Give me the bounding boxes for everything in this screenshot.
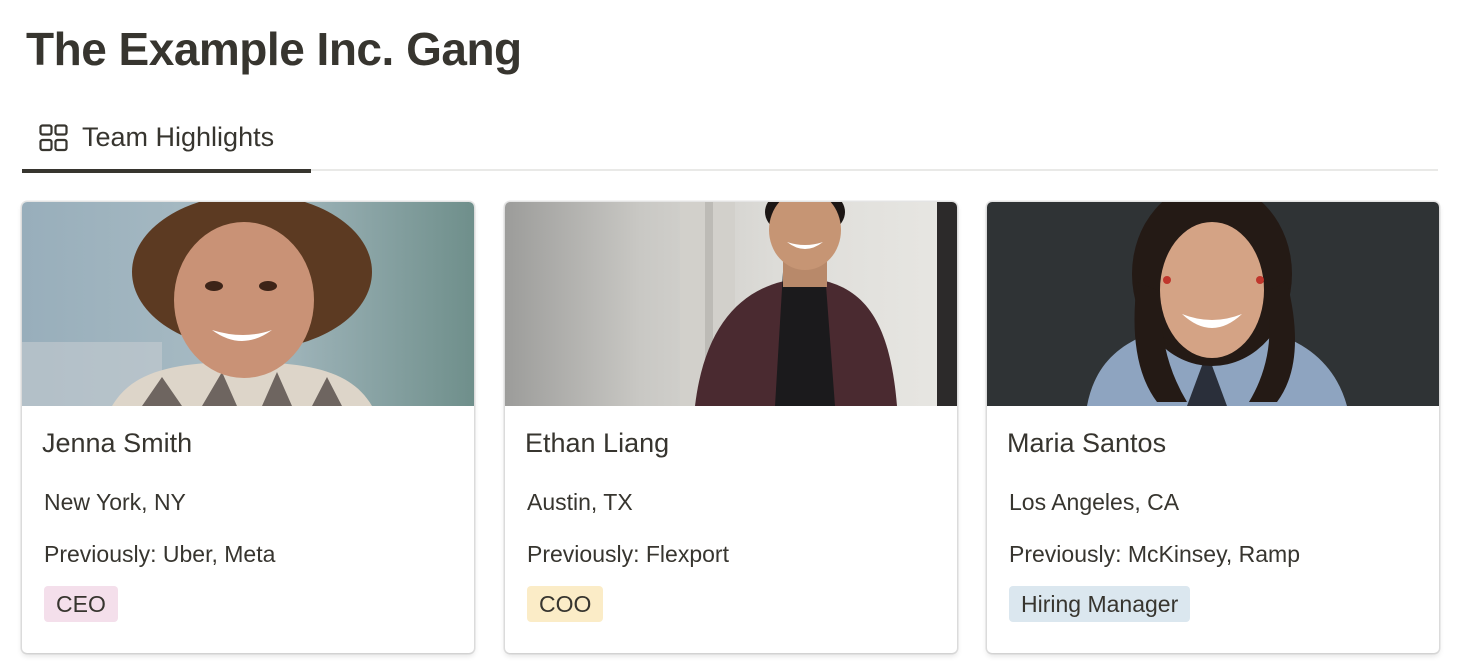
view-tabs: Team Highlights — [22, 104, 1438, 173]
tab-label: Team Highlights — [82, 122, 275, 152]
page-title: The Example Inc. Gang — [26, 23, 522, 75]
role-badge: CEO — [44, 586, 118, 622]
card-photo — [505, 202, 957, 406]
role-badge: COO — [527, 586, 604, 622]
card-jenna-smith[interactable]: Jenna Smith New York, NY Previously: Ube… — [22, 202, 474, 653]
card-photo — [987, 202, 1439, 406]
card-previous-companies: Previously: Uber, Meta — [44, 541, 276, 567]
card-previous-companies: Previously: Flexport — [527, 541, 729, 567]
tab-team-highlights[interactable]: Team Highlights — [22, 104, 311, 173]
card-location: Los Angeles, CA — [1009, 489, 1180, 515]
card-location: New York, NY — [44, 489, 186, 515]
card-maria-santos[interactable]: Maria Santos Los Angeles, CA Previously:… — [987, 202, 1439, 653]
card-name: Maria Santos — [1007, 428, 1167, 458]
card-previous-companies: Previously: McKinsey, Ramp — [1009, 541, 1300, 567]
card-photo — [22, 202, 474, 406]
card-name: Jenna Smith — [42, 428, 193, 458]
card-ethan-liang[interactable]: Ethan Liang Austin, TX Previously: Flexp… — [505, 202, 957, 653]
card-location: Austin, TX — [527, 489, 633, 515]
gallery-icon — [38, 122, 70, 154]
role-badge: Hiring Manager — [1009, 586, 1191, 622]
card-name: Ethan Liang — [525, 428, 670, 458]
